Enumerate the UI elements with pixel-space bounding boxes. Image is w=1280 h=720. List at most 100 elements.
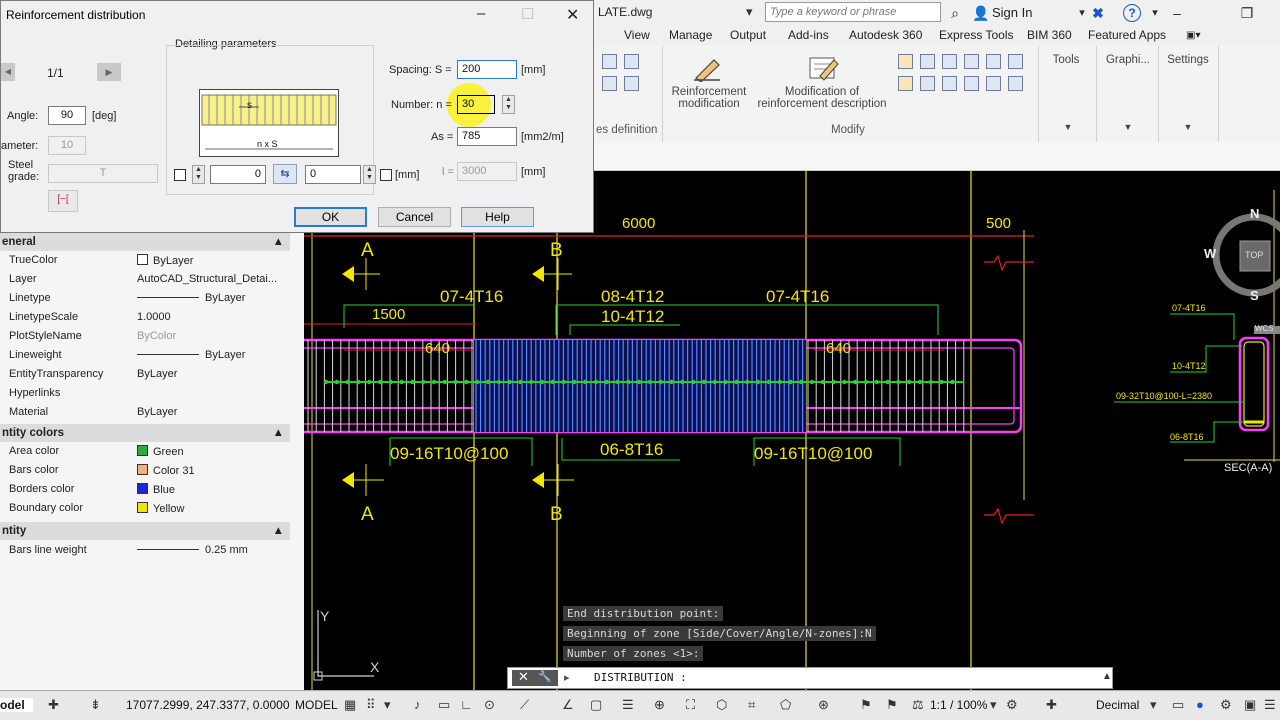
dynamic-ucs-icon[interactable]: ⌗ [748, 697, 755, 713]
lineweight-icon[interactable]: ☰ [622, 697, 634, 713]
graphics-panel-button[interactable]: Graphi... [1098, 54, 1158, 66]
tab-express-tools[interactable]: Express Tools [939, 28, 1013, 42]
annotation-scale-value[interactable]: 1:1 / 100% [930, 698, 987, 712]
exchange-apps-icon[interactable]: ✖ [1089, 4, 1107, 22]
selection-cycling-icon[interactable]: ⛶ [686, 697, 695, 713]
viewcube-south[interactable]: S [1250, 288, 1259, 303]
sign-in-button[interactable]: Sign In [992, 5, 1032, 20]
minimize-app-icon[interactable]: – [1168, 4, 1186, 22]
tab-output[interactable]: Output [730, 28, 766, 42]
layout-menu-icon[interactable]: ⇟ [90, 697, 101, 713]
quick-properties-icon[interactable]: ▭ [1172, 697, 1184, 713]
restore-app-icon[interactable]: ❐ [1238, 4, 1256, 22]
annotation-monitor-icon[interactable]: ✚ [1046, 697, 1057, 713]
modify-reinforcement-description-button[interactable]: Modification of reinforcement descriptio… [752, 86, 892, 110]
offset-right-checkbox[interactable] [380, 169, 392, 181]
modify-tool-icon[interactable] [898, 54, 913, 69]
modify-tool-icon[interactable] [898, 76, 913, 91]
minimize-icon[interactable]: – [477, 5, 485, 22]
customize-icon[interactable]: ☰ [1264, 697, 1276, 713]
units-dropdown-icon[interactable]: ▾ [1150, 697, 1157, 713]
modify-tool-icon[interactable] [1008, 76, 1023, 91]
gizmo-icon[interactable]: ⊛ [818, 697, 829, 713]
object-snap-tracking-icon[interactable]: ∠ [562, 697, 574, 713]
property-row[interactable]: PlotStyleName ByColor [0, 327, 290, 346]
definition-tool-icon[interactable] [602, 76, 617, 91]
search-dropdown-icon[interactable]: ▾ [746, 4, 753, 20]
angle-input[interactable]: 90 [48, 106, 86, 125]
snap-icon[interactable]: ⠿ [366, 697, 376, 713]
close-command-icon[interactable]: ✕ [518, 669, 529, 685]
tab-view[interactable]: View [624, 28, 650, 42]
collapse-icon[interactable]: ▲ [273, 424, 284, 442]
previous-page-icon[interactable]: ◀ [1, 63, 15, 81]
infer-constraints-icon[interactable]: ♪ [414, 697, 421, 712]
tools-panel-button[interactable]: Tools [1040, 54, 1092, 66]
command-settings-icon[interactable]: 🔧 [538, 670, 552, 683]
add-layout-icon[interactable]: ✚ [48, 697, 59, 713]
property-row[interactable]: Area color Green [0, 442, 290, 461]
units-display[interactable]: Decimal [1096, 698, 1139, 712]
property-row[interactable]: EntityTransparency ByLayer [0, 365, 290, 384]
isolate-objects-icon[interactable]: ● [1196, 697, 1204, 712]
close-dialog-icon[interactable]: ✕ [566, 5, 579, 25]
3d-object-snap-icon[interactable]: ⬡ [716, 697, 727, 713]
command-prompt[interactable]: DISTRIBUTION : [594, 671, 687, 684]
scale-dropdown-icon[interactable]: ▾ [990, 697, 997, 713]
tab-autodesk-360[interactable]: Autodesk 360 [849, 28, 922, 42]
modify-tool-icon[interactable] [920, 54, 935, 69]
definition-tool-icon[interactable] [624, 76, 639, 91]
auto-scale-icon[interactable]: ⚑ [886, 697, 898, 713]
coordinates-readout[interactable]: 17077.2999, 247.3377, 0.0000 [126, 698, 290, 712]
annotation-visibility-icon[interactable]: ⚑ [860, 697, 872, 713]
property-row[interactable]: Lineweight ByLayer [0, 346, 290, 365]
offset-left-input[interactable]: 0 [210, 165, 266, 184]
user-icon[interactable]: 👤 [972, 4, 990, 22]
offset-right-spinner[interactable]: ▲ ▼ [363, 165, 376, 184]
snap-dropdown-icon[interactable]: ▾ [384, 697, 391, 713]
offset-right-input[interactable]: 0 [305, 165, 361, 184]
tools-dropdown-icon[interactable]: ▼ [1048, 122, 1088, 132]
area-input[interactable]: 785 [457, 127, 517, 146]
reinforcement-modification-button[interactable]: Reinforcement modification [664, 86, 754, 110]
workspace-gear-icon[interactable]: ⚙ [1006, 697, 1018, 713]
search-input[interactable]: Type a keyword or phrase [765, 2, 941, 22]
grid-icon[interactable]: ▦ [344, 697, 356, 713]
reinforcement-description-icon[interactable] [806, 52, 840, 82]
property-row[interactable]: Linetype ByLayer [0, 289, 290, 308]
tab-add-ins[interactable]: Add-ins [788, 28, 829, 42]
property-row[interactable]: Layer AutoCAD_Structural_Detai... [0, 270, 290, 289]
viewcube-west[interactable]: W [1204, 246, 1216, 261]
spacing-input[interactable]: 200 [457, 60, 517, 79]
graphics-dropdown-icon[interactable]: ▼ [1108, 122, 1148, 132]
annotation-scale-icon[interactable]: ⚖ [912, 697, 924, 713]
property-row[interactable]: Boundary color Yellow [0, 499, 290, 518]
modify-tool-icon[interactable] [986, 54, 1001, 69]
next-page-icon[interactable]: ▶ [97, 63, 121, 81]
model-space-button[interactable]: MODEL [295, 698, 338, 712]
property-row[interactable]: TrueColor ByLayer [0, 251, 290, 270]
polar-tracking-icon[interactable]: ⊙ [484, 697, 495, 713]
modify-tool-icon[interactable] [942, 76, 957, 91]
transparency-icon[interactable]: ⊕ [654, 697, 665, 713]
property-row[interactable]: LinetypeScale 1.0000 [0, 308, 290, 327]
cancel-button[interactable]: Cancel [378, 207, 451, 227]
settings-dropdown-icon[interactable]: ▼ [1168, 122, 1208, 132]
isodraft-icon[interactable]: ⟋ [520, 697, 529, 713]
offset-left-spinner[interactable]: ▲ ▼ [192, 165, 205, 184]
property-row[interactable]: Material ByLayer [0, 403, 290, 422]
modify-tool-icon[interactable] [1008, 54, 1023, 69]
modify-tool-icon[interactable] [942, 54, 957, 69]
drawing-canvas[interactable]: 6000 500 1500 640 640 07-4T16 08-4T12 10… [304, 170, 1280, 690]
viewcube-north[interactable]: N [1250, 206, 1259, 221]
property-row-bars-line-weight[interactable]: Bars line weight 0.25 mm [0, 541, 290, 560]
property-row[interactable]: Bars color Color 31 [0, 461, 290, 480]
number-input[interactable]: 30 [457, 95, 495, 114]
definition-tool-icon[interactable] [602, 54, 617, 69]
selection-filter-icon[interactable]: ⬠ [780, 697, 791, 713]
help-dropdown-icon[interactable]: ▾ [1146, 4, 1164, 22]
reinforcement-modification-icon[interactable] [692, 54, 722, 82]
offset-left-checkbox[interactable] [174, 169, 186, 181]
modify-tool-icon[interactable] [964, 76, 979, 91]
section-header-general[interactable]: eneral ▲ [0, 233, 290, 251]
